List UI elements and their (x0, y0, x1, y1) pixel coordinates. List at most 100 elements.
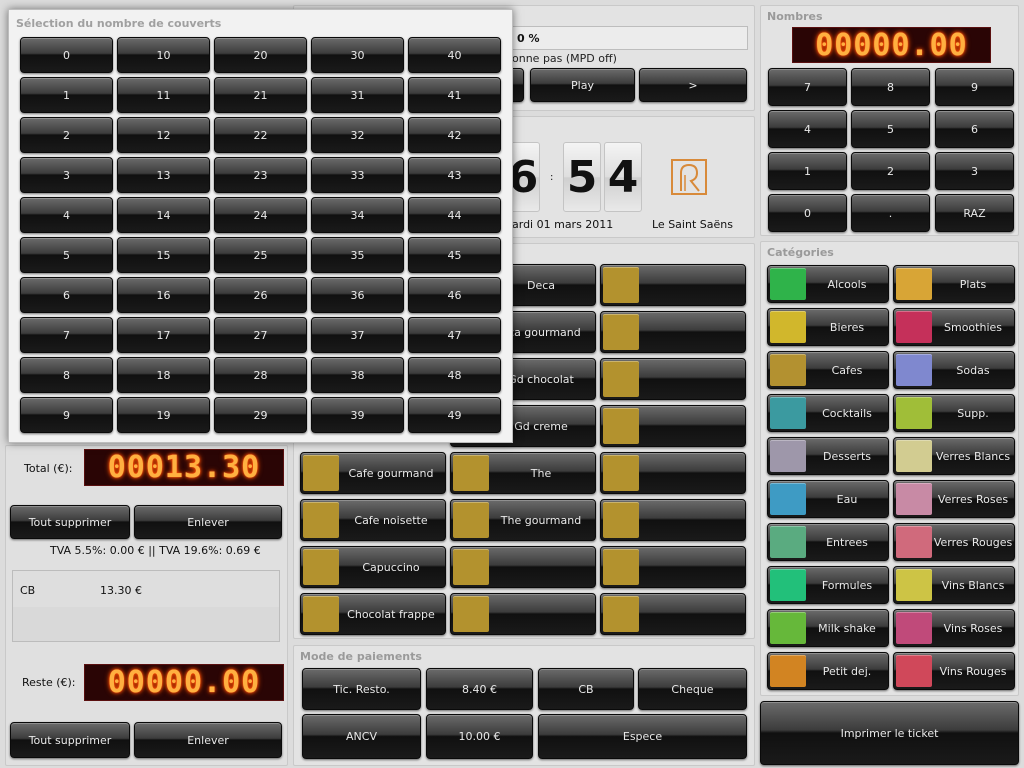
pay-cheque-button[interactable]: Cheque (638, 668, 747, 710)
category-eau[interactable]: Eau (767, 480, 889, 518)
keypad-key-10[interactable]: . (851, 194, 930, 232)
keypad-key-4[interactable]: 5 (851, 110, 930, 148)
couverts-button-40[interactable]: 40 (408, 37, 501, 73)
keypad-key-1[interactable]: 8 (851, 68, 930, 106)
keypad-key-6[interactable]: 1 (768, 152, 847, 190)
couverts-button-6[interactable]: 6 (20, 277, 113, 313)
couverts-button-39[interactable]: 39 (311, 397, 404, 433)
category-plats[interactable]: Plats (893, 265, 1015, 303)
couverts-button-14[interactable]: 14 (117, 197, 210, 233)
couverts-button-36[interactable]: 36 (311, 277, 404, 313)
product-col1-3[interactable]: Chocolat frappe (300, 593, 446, 635)
keypad-key-2[interactable]: 9 (935, 68, 1014, 106)
pay-amount-840-button[interactable]: 8.40 € (426, 668, 533, 710)
category-vins-blancs[interactable]: Vins Blancs (893, 566, 1015, 604)
print-ticket-button[interactable]: Imprimer le ticket (760, 701, 1019, 765)
pay-cb-button[interactable]: CB (538, 668, 634, 710)
couverts-button-38[interactable]: 38 (311, 357, 404, 393)
couverts-button-27[interactable]: 27 (214, 317, 307, 353)
next-button[interactable]: > (639, 68, 747, 102)
category-smoothies[interactable]: Smoothies (893, 308, 1015, 346)
product-col3-2[interactable] (600, 358, 746, 400)
couverts-button-0[interactable]: 0 (20, 37, 113, 73)
product-col3-4[interactable] (600, 452, 746, 494)
couverts-button-5[interactable]: 5 (20, 237, 113, 273)
couverts-button-26[interactable]: 26 (214, 277, 307, 313)
couverts-button-47[interactable]: 47 (408, 317, 501, 353)
category-alcools[interactable]: Alcools (767, 265, 889, 303)
enlever-button-2[interactable]: Enlever (134, 722, 282, 758)
play-button[interactable]: Play (530, 68, 635, 102)
product-col1-2[interactable]: Capuccino (300, 546, 446, 588)
product-col1-1[interactable]: Cafe noisette (300, 499, 446, 541)
couverts-button-2[interactable]: 2 (20, 117, 113, 153)
pay-ancv-button[interactable]: ANCV (302, 714, 421, 759)
couverts-button-33[interactable]: 33 (311, 157, 404, 193)
couverts-button-30[interactable]: 30 (311, 37, 404, 73)
category-bieres[interactable]: Bieres (767, 308, 889, 346)
keypad-key-7[interactable]: 2 (851, 152, 930, 190)
payment-list-row[interactable]: CB 13.30 € (13, 571, 279, 607)
couverts-button-34[interactable]: 34 (311, 197, 404, 233)
couverts-button-8[interactable]: 8 (20, 357, 113, 393)
couverts-button-37[interactable]: 37 (311, 317, 404, 353)
couverts-button-4[interactable]: 4 (20, 197, 113, 233)
category-sodas[interactable]: Sodas (893, 351, 1015, 389)
category-desserts[interactable]: Desserts (767, 437, 889, 475)
couverts-button-17[interactable]: 17 (117, 317, 210, 353)
couverts-button-29[interactable]: 29 (214, 397, 307, 433)
category-petit-dej-[interactable]: Petit dej. (767, 652, 889, 690)
couverts-button-19[interactable]: 19 (117, 397, 210, 433)
couverts-button-45[interactable]: 45 (408, 237, 501, 273)
couverts-button-31[interactable]: 31 (311, 77, 404, 113)
category-supp-[interactable]: Supp. (893, 394, 1015, 432)
couverts-button-7[interactable]: 7 (20, 317, 113, 353)
keypad-key-8[interactable]: 3 (935, 152, 1014, 190)
category-formules[interactable]: Formules (767, 566, 889, 604)
product-col3-7[interactable] (600, 593, 746, 635)
couverts-button-18[interactable]: 18 (117, 357, 210, 393)
product-col3-5[interactable] (600, 499, 746, 541)
couverts-button-24[interactable]: 24 (214, 197, 307, 233)
product-col1-0[interactable]: Cafe gourmand (300, 452, 446, 494)
couverts-button-12[interactable]: 12 (117, 117, 210, 153)
product-col3-1[interactable] (600, 311, 746, 353)
pay-tic-resto-button[interactable]: Tic. Resto. (302, 668, 421, 710)
product-col3-6[interactable] (600, 546, 746, 588)
category-cafes[interactable]: Cafes (767, 351, 889, 389)
couverts-button-32[interactable]: 32 (311, 117, 404, 153)
couverts-button-9[interactable]: 9 (20, 397, 113, 433)
product-col2-7[interactable] (450, 593, 596, 635)
pay-amount-1000-button[interactable]: 10.00 € (426, 714, 533, 759)
category-verres-roses[interactable]: Verres Roses (893, 480, 1015, 518)
category-entrees[interactable]: Entrees (767, 523, 889, 561)
couverts-button-42[interactable]: 42 (408, 117, 501, 153)
category-cocktails[interactable]: Cocktails (767, 394, 889, 432)
category-vins-rouges[interactable]: Vins Rouges (893, 652, 1015, 690)
keypad-key-11[interactable]: RAZ (935, 194, 1014, 232)
category-vins-roses[interactable]: Vins Roses (893, 609, 1015, 647)
product-col3-0[interactable] (600, 264, 746, 306)
couverts-button-49[interactable]: 49 (408, 397, 501, 433)
couverts-button-43[interactable]: 43 (408, 157, 501, 193)
product-col2-4[interactable]: The (450, 452, 596, 494)
keypad-key-9[interactable]: 0 (768, 194, 847, 232)
category-verres-rouges[interactable]: Verres Rouges (893, 523, 1015, 561)
couverts-button-25[interactable]: 25 (214, 237, 307, 273)
couverts-button-15[interactable]: 15 (117, 237, 210, 273)
couverts-button-23[interactable]: 23 (214, 157, 307, 193)
couverts-button-28[interactable]: 28 (214, 357, 307, 393)
keypad-key-5[interactable]: 6 (935, 110, 1014, 148)
couverts-button-3[interactable]: 3 (20, 157, 113, 193)
couverts-button-22[interactable]: 22 (214, 117, 307, 153)
couverts-button-21[interactable]: 21 (214, 77, 307, 113)
couverts-button-41[interactable]: 41 (408, 77, 501, 113)
product-col3-3[interactable] (600, 405, 746, 447)
couverts-button-20[interactable]: 20 (214, 37, 307, 73)
pay-espece-button[interactable]: Espece (538, 714, 747, 759)
couverts-button-44[interactable]: 44 (408, 197, 501, 233)
enlever-button[interactable]: Enlever (134, 505, 282, 539)
couverts-button-46[interactable]: 46 (408, 277, 501, 313)
product-col2-6[interactable] (450, 546, 596, 588)
category-verres-blancs[interactable]: Verres Blancs (893, 437, 1015, 475)
